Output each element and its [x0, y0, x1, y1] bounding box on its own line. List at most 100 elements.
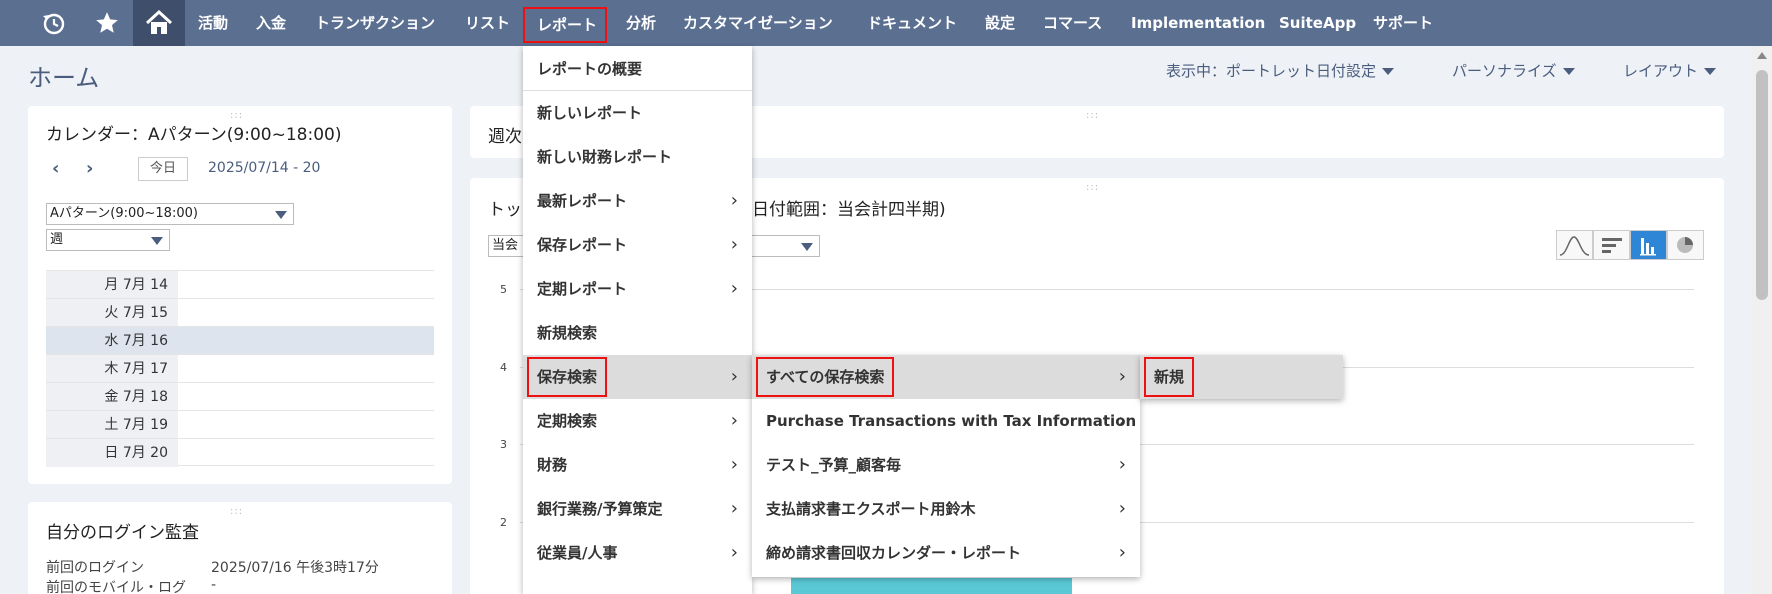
horizontal-bar-chart-button[interactable] [1593, 230, 1630, 260]
day-label: 土 7月 19 [46, 411, 178, 439]
menu-item-test-budget-by-customer[interactable]: テスト_予算_顧客毎 › [752, 443, 1140, 487]
calendar-day-row-today[interactable]: 水 7月 16 [46, 326, 434, 355]
next-week-icon[interactable]: › [86, 158, 93, 179]
calendar-day-row[interactable]: 火 7月 15 [46, 298, 434, 327]
menu-item-scheduled-searches[interactable]: 定期検索 › [523, 399, 752, 443]
nav-customization[interactable]: カスタマイゼーション [683, 0, 833, 46]
calendar-day-row[interactable]: 土 7月 19 [46, 410, 434, 439]
menu-item-label: すべての保存検索 [756, 357, 895, 397]
day-label: 火 7月 15 [46, 299, 178, 327]
day-label: 月 7月 14 [46, 271, 178, 299]
layout-dropdown[interactable]: レイアウト [1623, 60, 1717, 81]
home-icon[interactable] [133, 0, 185, 46]
login-audit-portlet: ::: 自分のログイン監査 前回のログイン 2025/07/16 午後3時17分… [28, 502, 452, 594]
menu-item-reports-overview[interactable]: レポートの概要 [523, 47, 752, 91]
drag-handle-icon[interactable]: ::: [1086, 182, 1099, 193]
menu-item-new-report[interactable]: 新しいレポート [523, 91, 752, 135]
chevron-right-icon: › [730, 542, 738, 563]
menu-item-label: 締め請求書回収カレンダー・レポート [766, 544, 1022, 562]
menu-item-recent-reports[interactable]: 最新レポート › [523, 179, 752, 223]
calendar-view-value: 週 [50, 232, 64, 247]
nav-reports[interactable]: レポート [523, 7, 607, 43]
favorites-star-icon[interactable] [92, 0, 122, 46]
chart-date-value: 当会 [492, 238, 519, 253]
layout-label: レイアウト [1623, 62, 1699, 80]
chevron-right-icon: › [1118, 498, 1126, 519]
nav-support[interactable]: サポート [1373, 0, 1433, 46]
day-label: 木 7月 17 [46, 355, 178, 383]
menu-item-new-financial-report[interactable]: 新しい財務レポート [523, 135, 752, 179]
menu-item-label: レポートの概要 [537, 60, 643, 78]
menu-item-banking-budgeting[interactable]: 銀行業務/予算策定 › [523, 487, 752, 531]
menu-item-label: 新しい財務レポート [537, 148, 673, 166]
menu-item-financial[interactable]: 財務 › [523, 443, 752, 487]
chevron-right-icon: › [730, 498, 738, 519]
drag-handle-icon[interactable]: ::: [1086, 110, 1099, 121]
nav-suiteapp[interactable]: SuiteApp [1279, 0, 1356, 46]
caret-down-icon [1382, 68, 1395, 75]
chevron-right-icon: › [730, 366, 738, 387]
calendar-pattern-select[interactable]: Aパターン(9:00~18:00) [46, 203, 294, 225]
menu-item-new-search[interactable]: 新規検索 [523, 311, 752, 355]
menu-item-label: 新しいレポート [537, 104, 643, 122]
calendar-day-row[interactable]: 月 7月 14 [46, 270, 434, 299]
reports-menu: レポートの概要 新しいレポート 新しい財務レポート 最新レポート › 保存レポート… [523, 46, 752, 594]
weekly-title: 週次 [488, 127, 522, 147]
view-label: 表示中：ポートレット日付設定 [1166, 62, 1377, 80]
nav-analytics[interactable]: 分析 [626, 0, 656, 46]
chevron-right-icon: › [1118, 366, 1126, 387]
page-scrollbar[interactable] [1752, 46, 1772, 594]
calendar-day-row[interactable]: 金 7月 18 [46, 382, 434, 411]
menu-item-label: 保存検索 [527, 357, 608, 397]
recent-records-icon[interactable] [38, 0, 68, 46]
nav-implementation[interactable]: Implementation [1131, 0, 1265, 46]
menu-item-all-saved-searches[interactable]: すべての保存検索 › [752, 355, 1140, 399]
menu-item-saved-searches[interactable]: 保存検索 › [523, 355, 752, 399]
scroll-up-icon[interactable] [1757, 52, 1767, 59]
chevron-right-icon: › [1118, 542, 1126, 563]
calendar-day-row[interactable]: 木 7月 17 [46, 354, 434, 383]
calendar-day-row[interactable]: 日 7月 20 [46, 438, 434, 467]
prev-week-icon[interactable]: ‹ [52, 158, 59, 179]
saved-searches-submenu: すべての保存検索 › Purchase Transactions with Tax… [752, 355, 1140, 577]
nav-commerce[interactable]: コマース [1043, 0, 1102, 46]
y-axis-tick-2: 2 [500, 516, 507, 529]
nav-setup[interactable]: 設定 [985, 0, 1015, 46]
y-axis-tick-5: 5 [500, 283, 507, 296]
calendar-view-select[interactable]: 週 [46, 229, 170, 251]
portlet-date-view-dropdown[interactable]: 表示中：ポートレット日付設定 [1166, 60, 1395, 81]
line-chart-button[interactable] [1556, 230, 1593, 260]
y-axis-tick-4: 4 [500, 361, 507, 374]
pie-chart-button[interactable] [1667, 230, 1704, 260]
menu-item-label: 新規検索 [537, 324, 598, 342]
column-chart-button[interactable] [1630, 230, 1667, 260]
drag-handle-icon[interactable]: ::: [230, 506, 243, 517]
nav-documents[interactable]: ドキュメント [867, 0, 957, 46]
scroll-thumb[interactable] [1756, 70, 1768, 300]
menu-item-label: 最新レポート [537, 192, 628, 210]
menu-item-label: テスト_予算_顧客毎 [766, 456, 902, 474]
nav-payments[interactable]: 入金 [256, 0, 286, 46]
nav-transactions[interactable]: トランザクション [315, 0, 435, 46]
nav-activities[interactable]: 活動 [198, 0, 228, 46]
menu-item-bill-export-suzuki[interactable]: 支払請求書エクスポート用鈴木 › [752, 487, 1140, 531]
chart-bar[interactable] [791, 578, 1072, 594]
login-audit-title: 自分のログイン監査 [46, 523, 199, 543]
menu-item-label: 定期レポート [537, 280, 628, 298]
personalize-dropdown[interactable]: パーソナライズ [1452, 60, 1575, 81]
menu-item-closing-invoice-calendar-report[interactable]: 締め請求書回収カレンダー・レポート › [752, 531, 1140, 575]
chevron-right-icon: › [1118, 454, 1126, 475]
menu-item-scheduled-reports[interactable]: 定期レポート › [523, 267, 752, 311]
menu-item-label: 従業員/人事 [537, 544, 618, 562]
calendar-portlet: ::: カレンダー：Aパターン(9:00~18:00) ‹ › 今日 2025/… [28, 106, 452, 484]
menu-item-employees-hr[interactable]: 従業員/人事 › [523, 531, 752, 575]
menu-item-new[interactable]: 新規 [1140, 355, 1343, 399]
last-login-value: 2025/07/16 午後3時17分 [211, 560, 379, 576]
chevron-right-icon: › [730, 410, 738, 431]
nav-lists[interactable]: リスト [465, 0, 510, 46]
menu-item-label: 保存レポート [537, 236, 628, 254]
chevron-right-icon: › [730, 190, 738, 211]
menu-item-saved-reports[interactable]: 保存レポート › [523, 223, 752, 267]
menu-item-purchase-transactions-tax[interactable]: Purchase Transactions with Tax Informati… [752, 399, 1140, 443]
today-button[interactable]: 今日 [138, 157, 188, 181]
